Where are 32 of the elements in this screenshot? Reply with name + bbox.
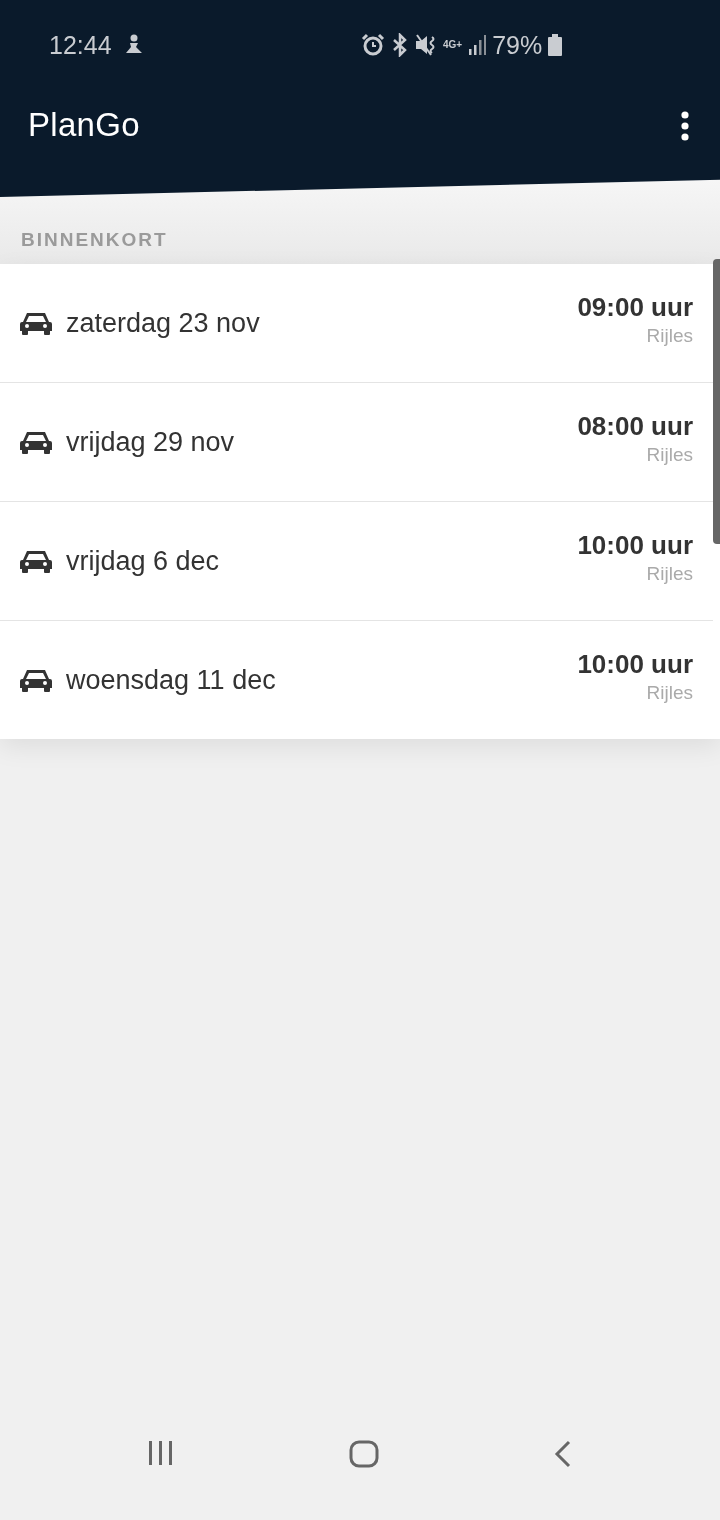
car-icon — [20, 667, 52, 693]
appointment-time: 08:00 uur — [577, 410, 693, 442]
appointment-time: 10:00 uur — [577, 648, 693, 680]
appointment-type: Rijles — [646, 324, 693, 347]
battery-icon — [548, 34, 563, 56]
mute-icon — [415, 33, 437, 57]
more-icon — [680, 111, 690, 141]
alarm-icon — [361, 33, 385, 57]
appointment-row[interactable]: zaterdag 23 nov 09:00 uur Rijles — [0, 264, 713, 383]
appointment-date: vrijdag 6 dec — [66, 545, 221, 577]
home-button[interactable] — [349, 1440, 379, 1471]
appointment-type: Rijles — [646, 443, 693, 466]
appointment-date: zaterdag 23 nov — [66, 307, 261, 339]
battery-percentage: 79% — [492, 30, 543, 60]
appointment-time: 09:00 uur — [577, 291, 693, 323]
appointment-time: 10:00 uur — [577, 529, 693, 561]
car-icon — [20, 429, 52, 455]
car-icon — [20, 310, 52, 336]
appointment-date: vrijdag 29 nov — [66, 426, 236, 458]
appointment-row[interactable]: vrijdag 6 dec 10:00 uur Rijles — [0, 502, 713, 621]
app-title: PlanGo — [28, 105, 140, 145]
appointment-row[interactable]: woensdag 11 dec 10:00 uur Rijles — [0, 621, 713, 739]
appointment-date: woensdag 11 dec — [66, 664, 277, 696]
figure-icon — [123, 34, 144, 56]
status-time: 12:44 — [49, 30, 112, 60]
signal-icon — [468, 35, 487, 55]
appointment-type: Rijles — [646, 562, 693, 585]
appointment-row[interactable]: vrijdag 29 nov 08:00 uur Rijles — [0, 383, 713, 502]
appointment-type: Rijles — [646, 681, 693, 704]
network-label: 4G+ — [443, 40, 463, 50]
bluetooth-icon — [391, 33, 409, 57]
car-icon — [20, 548, 52, 574]
